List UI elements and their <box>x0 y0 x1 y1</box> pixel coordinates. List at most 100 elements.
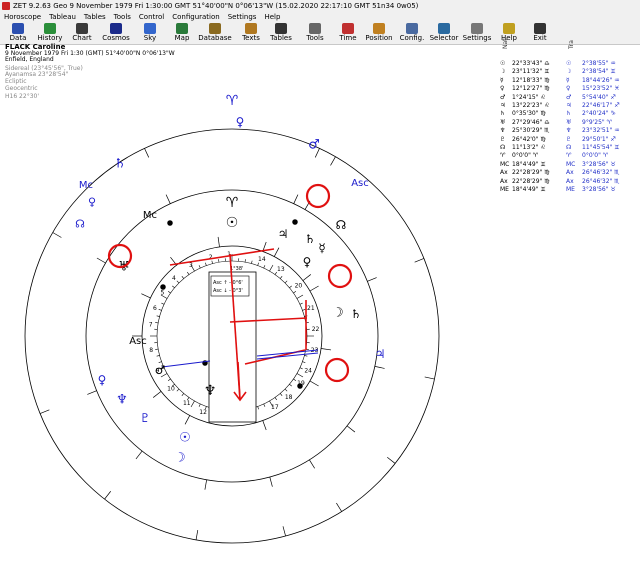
toolbar-label: Exit <box>533 34 547 42</box>
toolbar-map-button[interactable]: Map <box>165 22 199 44</box>
transit-neptune-glyph[interactable]: ♆ <box>116 393 128 408</box>
mars-glyph[interactable]: ♂ <box>155 363 166 377</box>
degree-tick <box>296 294 304 299</box>
sun-glyph[interactable]: ☉ <box>226 215 239 231</box>
toolbar-selector-button[interactable]: Selector <box>427 22 461 44</box>
toolbar-tables-button[interactable]: Tables <box>264 22 298 44</box>
outer-cusp-tick <box>424 376 435 380</box>
degree-tick <box>198 403 201 407</box>
house-number: 21 <box>307 305 315 312</box>
toolbar-help-button[interactable]: Help <box>492 22 526 44</box>
aspect-box-line: Asc ↑ - 0°6' <box>213 280 243 286</box>
outer-cusp-tick <box>282 526 286 537</box>
toolbar-label: Cosmos <box>102 34 130 42</box>
saturn-glyph[interactable]: ♄ <box>305 232 316 246</box>
jupiter-glyph[interactable]: ♃ <box>278 227 289 241</box>
house-number: 8 <box>149 347 153 354</box>
degree-tick <box>155 322 159 324</box>
texts-icon <box>245 23 257 34</box>
toolbar-label: Help <box>501 34 517 42</box>
menu-configuration[interactable]: Configuration <box>168 12 223 22</box>
database-icon <box>209 23 221 34</box>
transit-saturn-glyph[interactable]: ♄ <box>114 157 126 172</box>
degree-tick <box>263 265 266 269</box>
toolbar-tools-button[interactable]: Tools <box>298 22 332 44</box>
house-point <box>167 220 173 226</box>
degree-tick <box>251 260 253 264</box>
moon-glyph[interactable]: ☽ <box>332 306 344 321</box>
transit-venus3-glyph[interactable]: ♀ <box>98 373 107 387</box>
toolbar-exit-button[interactable]: Exit <box>523 22 557 44</box>
neptune-glyph[interactable]: ♆ <box>204 383 217 399</box>
toolbar-settings-button[interactable]: Settings <box>460 22 494 44</box>
transit-pluto-glyph[interactable]: ♇ <box>140 411 151 425</box>
toolbar-label: Config. <box>399 34 425 42</box>
toolbar-time-button[interactable]: Time <box>331 22 365 44</box>
menu-tableau[interactable]: Tableau <box>45 12 80 22</box>
toolbar-data-button[interactable]: Data <box>1 22 35 44</box>
selector-icon <box>438 23 450 34</box>
degree-tick <box>299 302 303 305</box>
toolbar-config-button[interactable]: Config. <box>395 22 429 44</box>
house-number: 12 <box>199 409 207 416</box>
toolbar-label: Sky <box>143 34 157 42</box>
menu-control[interactable]: Control <box>135 12 168 22</box>
degree-tick <box>296 373 304 378</box>
app-icon <box>2 2 10 10</box>
transit-venus2-glyph[interactable]: ♀ <box>88 196 96 209</box>
degree-tick <box>167 291 171 294</box>
degree-tick <box>293 378 297 381</box>
toolbar-position-button[interactable]: Position <box>362 22 396 44</box>
house-number: 14 <box>258 256 266 263</box>
toolbar-label: Chart <box>72 34 92 42</box>
outer-cusp-tick <box>195 529 199 540</box>
transit-venus-glyph[interactable]: ♀ <box>236 115 245 129</box>
menu-tables[interactable]: Tables <box>80 12 110 22</box>
degree-tick <box>284 280 288 284</box>
settings-icon <box>471 23 483 34</box>
house-number: 22 <box>312 326 320 333</box>
degree-tick <box>158 309 162 311</box>
menu-tools[interactable]: Tools <box>110 12 135 22</box>
venus-glyph[interactable]: ♀ <box>303 255 312 269</box>
toolbar-database-button[interactable]: Database <box>198 22 232 44</box>
degree-tick <box>198 265 201 269</box>
toolbar-chart-button[interactable]: Chart <box>65 22 99 44</box>
menu-help[interactable]: Help <box>260 12 284 22</box>
house-point <box>160 284 166 290</box>
aspect-box-line: Asc ↓ - 0°3' <box>213 288 243 294</box>
degree-tick <box>289 383 292 387</box>
node-glyph[interactable]: ☊ <box>336 218 347 232</box>
menu-horoscope[interactable]: Horoscope <box>0 12 45 22</box>
cusp-line <box>141 293 151 299</box>
transit-mars-glyph[interactable]: ♂ <box>308 138 320 153</box>
house-number: 6 <box>153 305 157 312</box>
toolbar-cosmos-button[interactable]: Cosmos <box>99 22 133 44</box>
degree-tick <box>304 355 308 357</box>
transit-moon-glyph[interactable]: ☽ <box>174 451 186 466</box>
toolbar-texts-button[interactable]: Texts <box>234 22 268 44</box>
horoscope-wheel[interactable]: 202122232419181716151211109876543211413 … <box>0 44 640 567</box>
transit-jupiter-glyph[interactable]: ♃ <box>375 347 386 361</box>
cusp-line <box>273 247 280 257</box>
transit-aries-glyph[interactable]: ♈ <box>226 93 239 109</box>
toolbar-sky-button[interactable]: Sky <box>133 22 167 44</box>
data-icon <box>12 23 24 34</box>
outer-cusp-tick <box>387 457 396 464</box>
aries-sign-glyph[interactable]: ♈ <box>226 195 239 211</box>
toolbar-history-button[interactable]: History <box>33 22 67 44</box>
cusp-line <box>321 348 332 351</box>
transit-sun-glyph[interactable]: ☉ <box>179 431 191 446</box>
mercury-glyph[interactable]: ☿ <box>318 241 325 255</box>
transit-node-glyph[interactable]: ☊ <box>75 218 85 231</box>
outer-cusp-tick <box>346 425 356 433</box>
degree-tick <box>244 259 246 263</box>
house-number: 17 <box>271 404 279 411</box>
degree-tick <box>172 285 175 289</box>
outer-cusp-tick <box>135 450 143 460</box>
degree-tick <box>279 393 283 396</box>
saturn-natal-glyph[interactable]: ♄ <box>351 307 362 321</box>
degree-tick <box>279 276 283 279</box>
menu-settings[interactable]: Settings <box>224 12 261 22</box>
house-number: 10 <box>167 386 175 393</box>
